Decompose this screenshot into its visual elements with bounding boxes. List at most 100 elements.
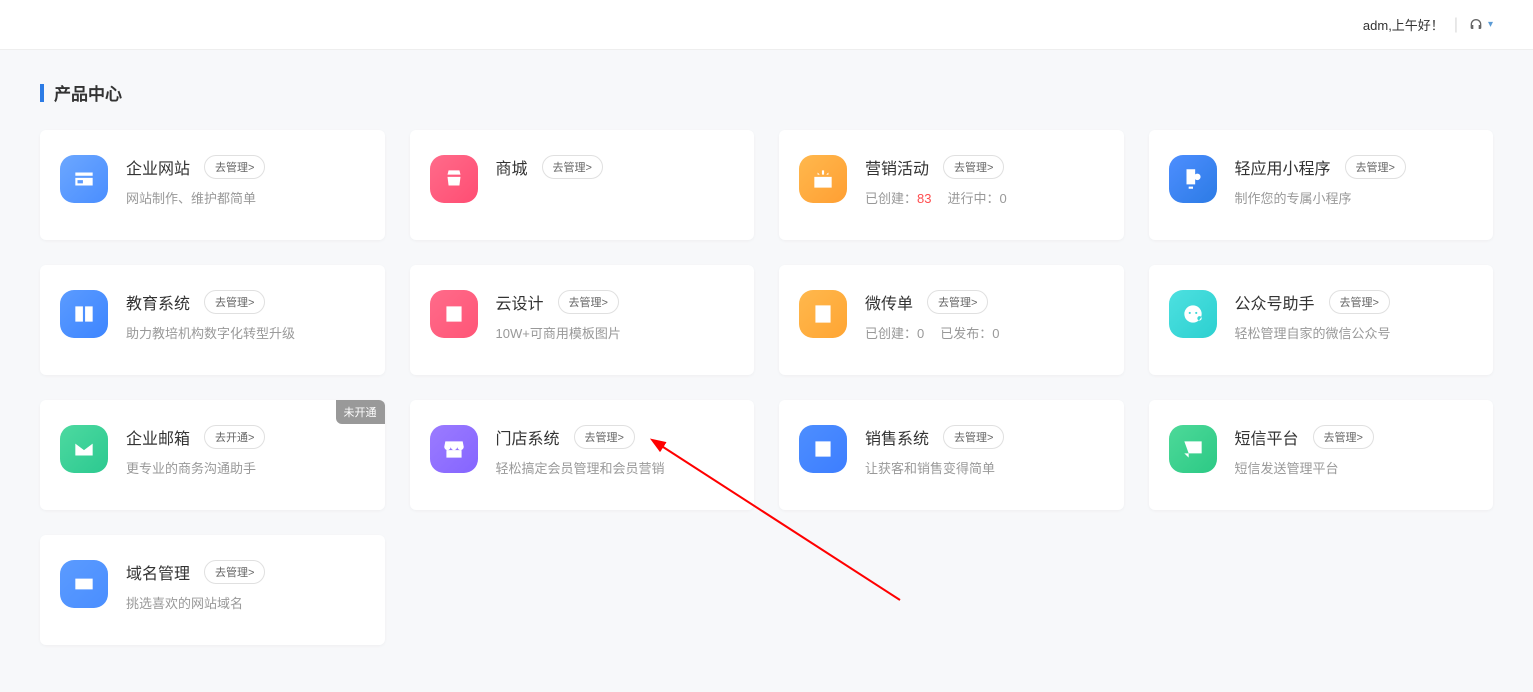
flyer-icon: [799, 290, 847, 338]
headset-icon: [1468, 17, 1484, 33]
product-card-design[interactable]: 云设计去管理> 10W+可商用模板图片: [410, 265, 755, 375]
card-desc: 轻松搞定会员管理和会员营销: [496, 459, 735, 479]
card-desc: 挑选喜欢的网站域名: [126, 594, 365, 614]
chevron-down-icon: ▾: [1488, 19, 1493, 30]
manage-button[interactable]: 去管理>: [558, 290, 619, 314]
card-head: 域名管理去管理>: [126, 560, 365, 584]
design-icon: [430, 290, 478, 338]
product-card-flyer[interactable]: 微传单去管理> 已创建：0已发布：0: [779, 265, 1124, 375]
product-card-website[interactable]: 企业网站去管理> 网站制作、维护都简单: [40, 130, 385, 240]
website-icon: [60, 155, 108, 203]
card-head: 营销活动去管理>: [865, 155, 1104, 179]
card-title: 门店系统: [496, 425, 560, 449]
manage-button[interactable]: 去管理>: [574, 425, 635, 449]
header: adm,上午好！ | ▾: [0, 0, 1533, 50]
product-card-edu[interactable]: 教育系统去管理> 助力教培机构数字化转型升级: [40, 265, 385, 375]
card-desc: 网站制作、维护都简单: [126, 189, 365, 209]
product-card-store[interactable]: 门店系统去管理> 轻松搞定会员管理和会员营销: [410, 400, 755, 510]
card-body: 企业网站去管理> 网站制作、维护都简单: [126, 155, 365, 209]
section-title-text: 产品中心: [54, 80, 122, 105]
card-body: 微传单去管理> 已创建：0已发布：0: [865, 290, 1104, 344]
card-desc: 10W+可商用模板图片: [496, 324, 735, 344]
manage-button[interactable]: 去管理>: [1345, 155, 1406, 179]
card-body: 门店系统去管理> 轻松搞定会员管理和会员营销: [496, 425, 735, 479]
card-body: 短信平台去管理> 短信发送管理平台: [1235, 425, 1474, 479]
manage-button[interactable]: 去管理>: [542, 155, 603, 179]
card-title: 营销活动: [865, 155, 929, 179]
card-desc: 已创建：83进行中：0: [865, 189, 1104, 209]
card-head: 教育系统去管理>: [126, 290, 365, 314]
card-title: 域名管理: [126, 560, 190, 584]
marketing-icon: [799, 155, 847, 203]
card-body: 企业邮箱去开通> 更专业的商务沟通助手: [126, 425, 365, 479]
card-desc: 更专业的商务沟通助手: [126, 459, 365, 479]
product-card-mail[interactable]: 未开通企业邮箱去开通>更专业的商务沟通助手: [40, 400, 385, 510]
product-card-mall[interactable]: 商城去管理>: [410, 130, 755, 240]
mail-icon: [60, 425, 108, 473]
card-head: 企业网站去管理>: [126, 155, 365, 179]
card-title: 企业网站: [126, 155, 190, 179]
card-head: 公众号助手去管理>: [1235, 290, 1474, 314]
card-head: 轻应用小程序去管理>: [1235, 155, 1474, 179]
manage-button[interactable]: 去管理>: [943, 425, 1004, 449]
product-card-wechat[interactable]: 公众号助手去管理> 轻松管理自家的微信公众号: [1149, 265, 1494, 375]
manage-button[interactable]: 去管理>: [943, 155, 1004, 179]
card-head: 商城去管理>: [496, 155, 735, 179]
card-desc: 短信发送管理平台: [1235, 459, 1474, 479]
card-body: 公众号助手去管理> 轻松管理自家的微信公众号: [1235, 290, 1474, 344]
card-title: 公众号助手: [1235, 290, 1315, 314]
card-body: 轻应用小程序去管理> 制作您的专属小程序: [1235, 155, 1474, 209]
manage-button[interactable]: 去管理>: [1313, 425, 1374, 449]
wechat-icon: [1169, 290, 1217, 338]
divider: |: [1454, 16, 1458, 34]
card-title: 企业邮箱: [126, 425, 190, 449]
domain-icon: [60, 560, 108, 608]
manage-button[interactable]: 去管理>: [204, 560, 265, 584]
manage-button[interactable]: 去管理>: [927, 290, 988, 314]
card-head: 云设计去管理>: [496, 290, 735, 314]
section-title: 产品中心: [40, 80, 1493, 105]
card-desc: 已创建：0已发布：0: [865, 324, 1104, 344]
card-desc: 让获客和销售变得简单: [865, 459, 1104, 479]
card-body: 商城去管理>: [496, 155, 735, 189]
support-dropdown[interactable]: ▾: [1468, 17, 1493, 33]
card-desc: 助力教培机构数字化转型升级: [126, 324, 365, 344]
card-head: 门店系统去管理>: [496, 425, 735, 449]
sms-icon: [1169, 425, 1217, 473]
manage-button[interactable]: 去管理>: [204, 155, 265, 179]
store-icon: [430, 425, 478, 473]
card-title: 教育系统: [126, 290, 190, 314]
card-body: 教育系统去管理> 助力教培机构数字化转型升级: [126, 290, 365, 344]
card-desc: 轻松管理自家的微信公众号: [1235, 324, 1474, 344]
sales-icon: [799, 425, 847, 473]
card-title: 云设计: [496, 290, 544, 314]
product-card-marketing[interactable]: 营销活动去管理> 已创建：83进行中：0: [779, 130, 1124, 240]
lightapp-icon: [1169, 155, 1217, 203]
open-button[interactable]: 去开通>: [204, 425, 265, 449]
card-title: 微传单: [865, 290, 913, 314]
product-card-sms[interactable]: 短信平台去管理> 短信发送管理平台: [1149, 400, 1494, 510]
card-head: 微传单去管理>: [865, 290, 1104, 314]
card-head: 销售系统去管理>: [865, 425, 1104, 449]
product-card-lightapp[interactable]: 轻应用小程序去管理> 制作您的专属小程序: [1149, 130, 1494, 240]
edu-icon: [60, 290, 108, 338]
mall-icon: [430, 155, 478, 203]
manage-button[interactable]: 去管理>: [1329, 290, 1390, 314]
card-desc: 制作您的专属小程序: [1235, 189, 1474, 209]
title-accent-bar: [40, 84, 44, 102]
card-body: 营销活动去管理> 已创建：83进行中：0: [865, 155, 1104, 209]
card-body: 销售系统去管理> 让获客和销售变得简单: [865, 425, 1104, 479]
card-head: 企业邮箱去开通>: [126, 425, 365, 449]
card-body: 云设计去管理> 10W+可商用模板图片: [496, 290, 735, 344]
manage-button[interactable]: 去管理>: [204, 290, 265, 314]
card-head: 短信平台去管理>: [1235, 425, 1474, 449]
product-grid: 企业网站去管理>网站制作、维护都简单商城去管理>营销活动去管理>已创建：83进行…: [40, 130, 1493, 645]
card-title: 短信平台: [1235, 425, 1299, 449]
card-body: 域名管理去管理> 挑选喜欢的网站域名: [126, 560, 365, 614]
card-title: 商城: [496, 155, 528, 179]
badge-not-open: 未开通: [336, 400, 385, 424]
greeting-text: adm,上午好！: [1363, 15, 1444, 34]
product-card-sales[interactable]: 销售系统去管理> 让获客和销售变得简单: [779, 400, 1124, 510]
product-card-domain[interactable]: 域名管理去管理> 挑选喜欢的网站域名: [40, 535, 385, 645]
main-container: 产品中心 企业网站去管理>网站制作、维护都简单商城去管理>营销活动去管理>已创建…: [0, 50, 1533, 675]
